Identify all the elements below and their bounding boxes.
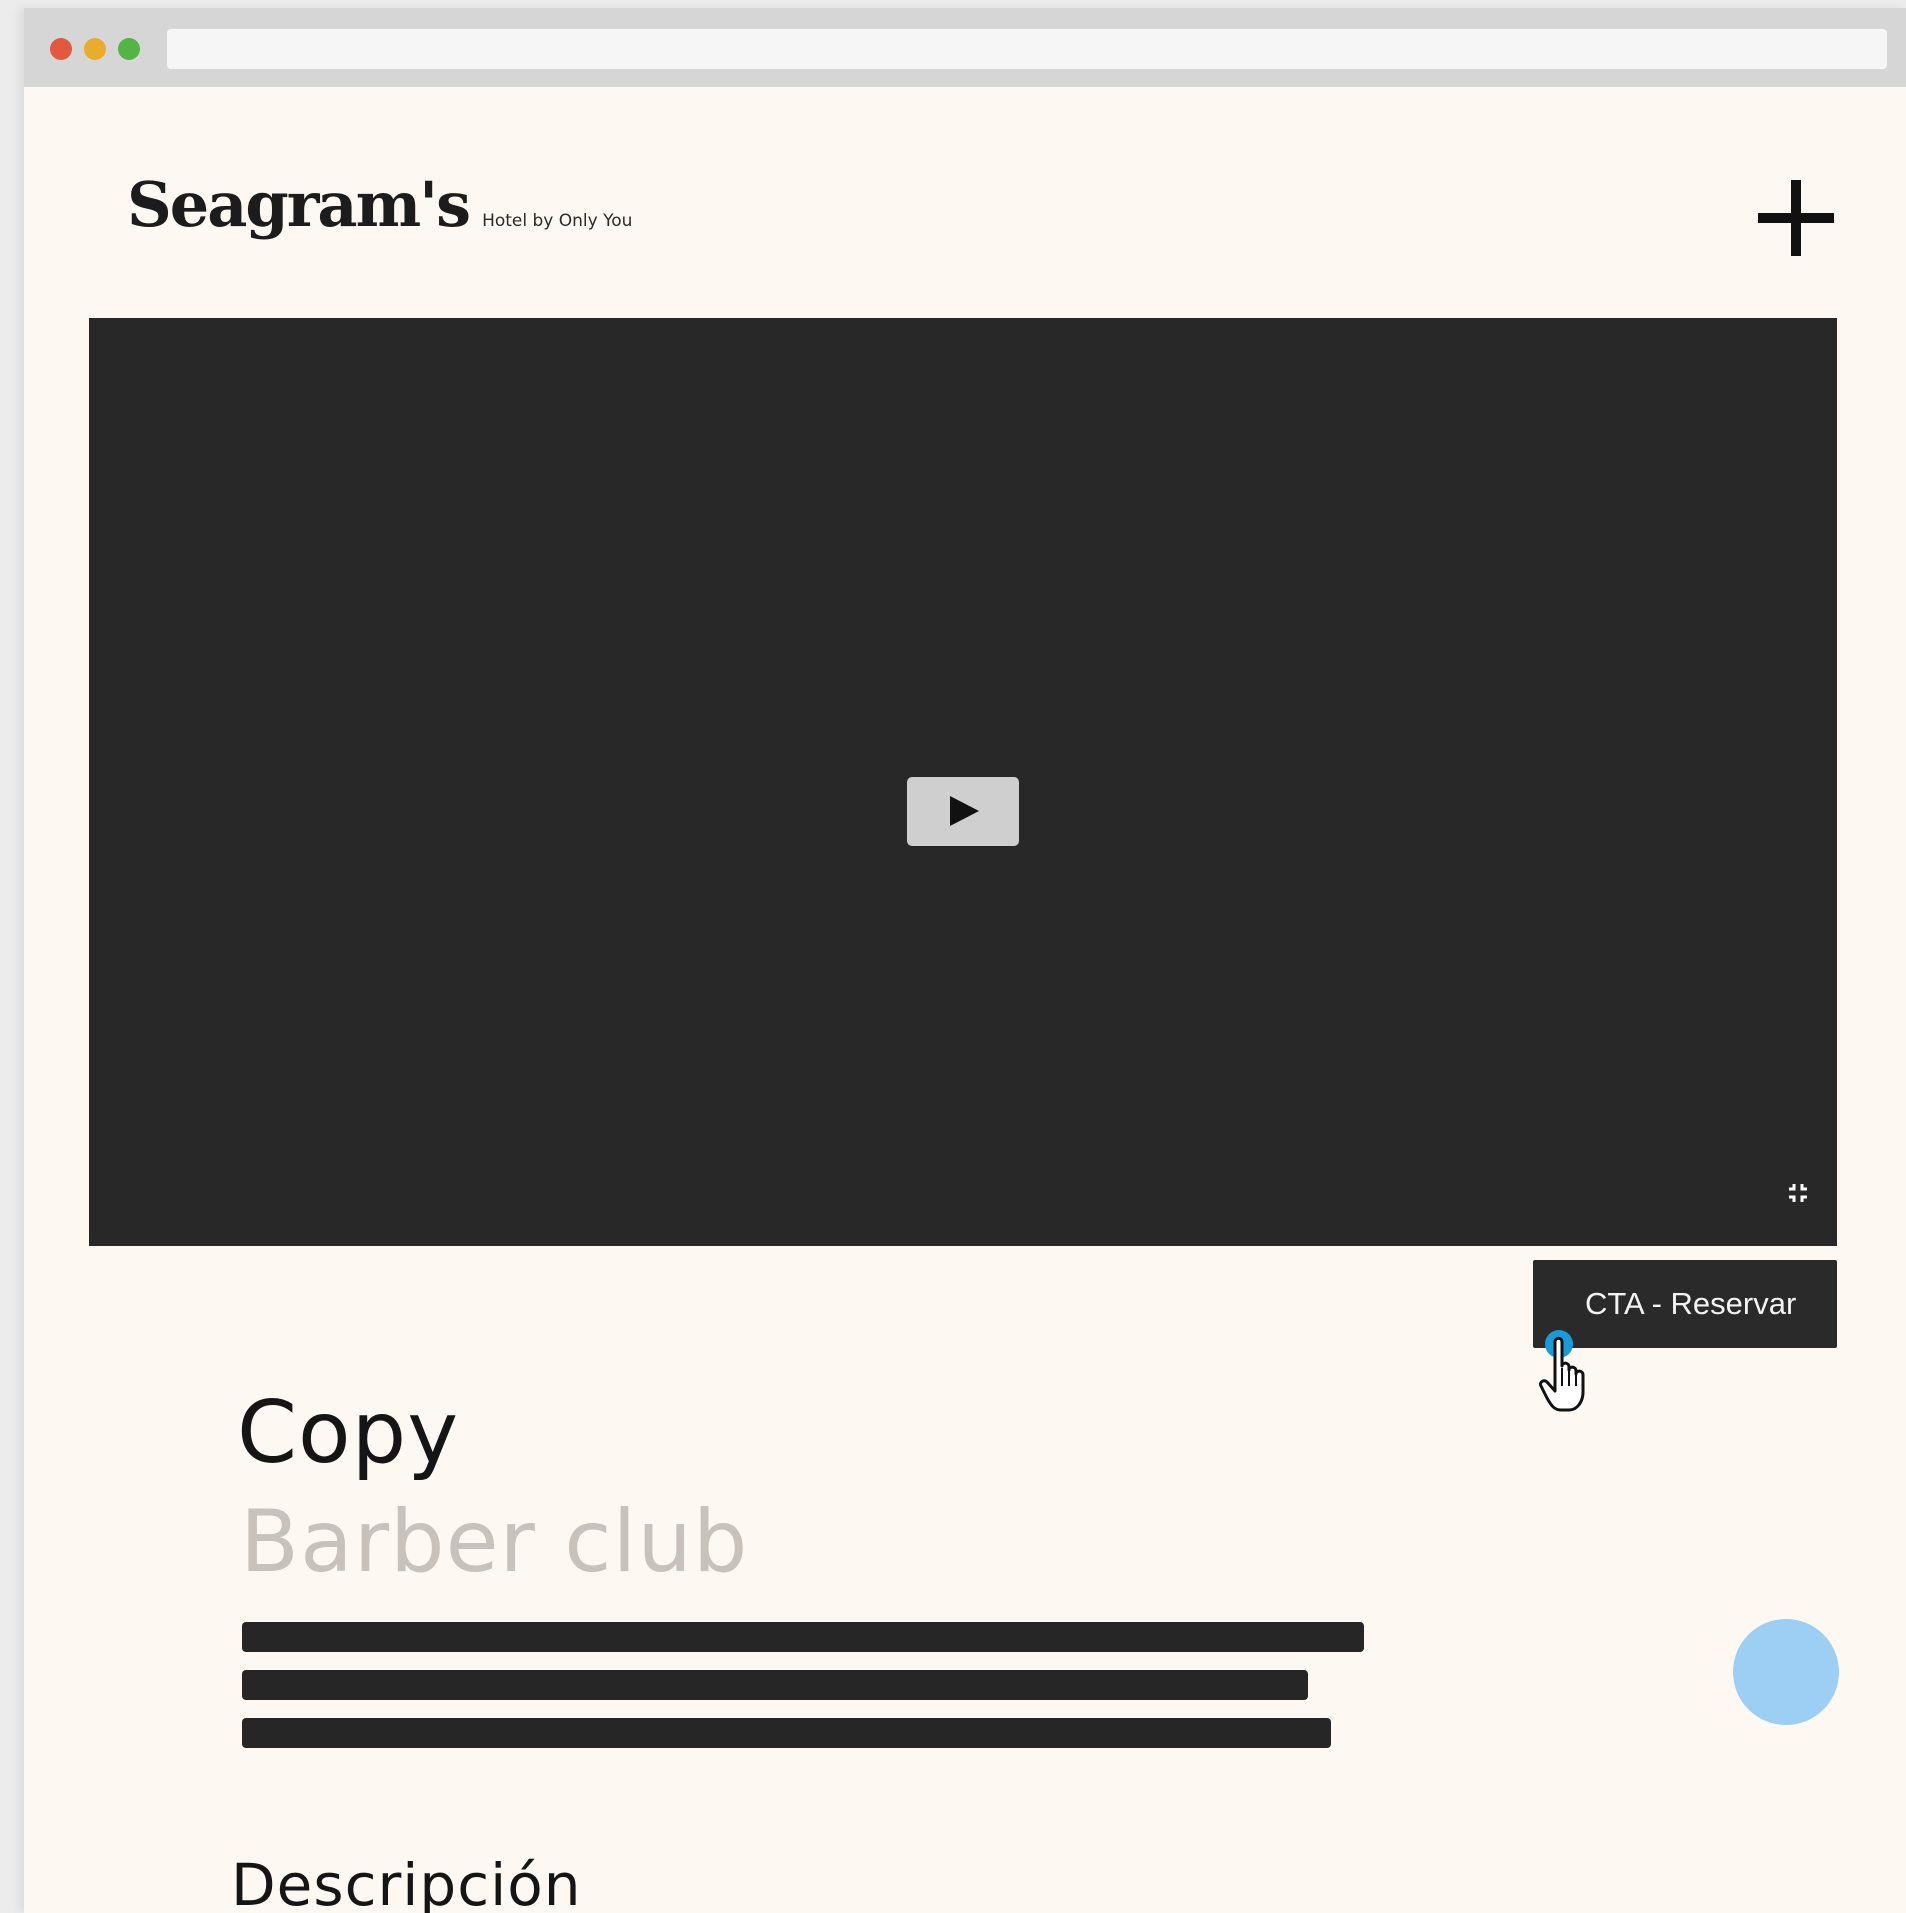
fullscreen-button[interactable] (1783, 1178, 1813, 1208)
site-logo[interactable]: Seagram's Hotel by Only You (127, 168, 632, 241)
menu-button[interactable] (1756, 178, 1836, 258)
text-placeholder-line (242, 1622, 1364, 1652)
section-title: Copy (237, 1383, 460, 1483)
text-placeholder-line (242, 1718, 1331, 1748)
text-placeholder-line (242, 1670, 1308, 1700)
logo-tagline: Hotel by Only You (482, 211, 633, 231)
pointer-hand-icon (1539, 1330, 1585, 1412)
minimize-window-button[interactable] (84, 38, 106, 60)
close-window-button[interactable] (50, 38, 72, 60)
fullscreen-icon (1789, 1184, 1807, 1202)
browser-toolbar (24, 8, 1906, 87)
play-button[interactable] (907, 777, 1019, 846)
video-player[interactable] (89, 318, 1837, 1246)
maximize-window-button[interactable] (118, 38, 140, 60)
description-heading: Descripción (231, 1851, 582, 1913)
browser-window: Seagram's Hotel by Only You CTA - Reserv… (24, 8, 1906, 1913)
floating-action-button[interactable] (1733, 1619, 1839, 1725)
address-bar[interactable] (167, 29, 1887, 69)
section-subtitle: Barber club (240, 1492, 749, 1592)
logo-wordmark: Seagram's (127, 168, 471, 241)
play-icon (950, 796, 979, 826)
